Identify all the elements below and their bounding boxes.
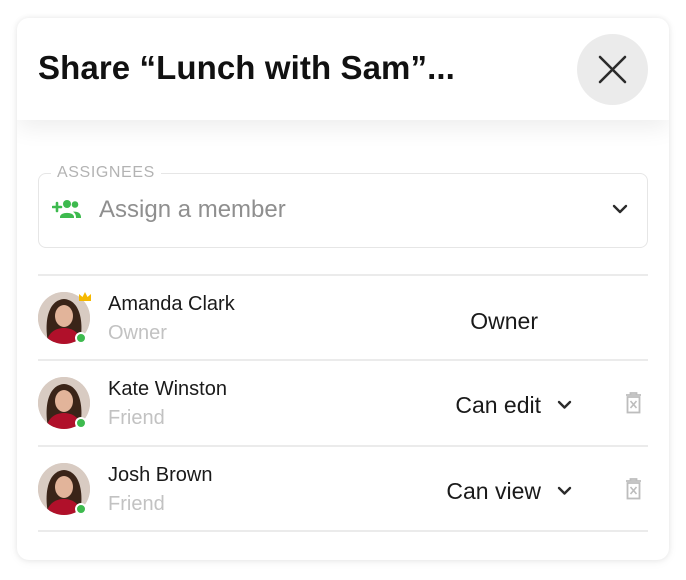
- share-dialog: Share “Lunch with Sam”... ASSIGNEES Assi…: [17, 18, 669, 560]
- trash-icon[interactable]: [625, 478, 642, 500]
- assign-member-select[interactable]: ASSIGNEES Assign a member: [38, 164, 648, 248]
- dialog-header: Share “Lunch with Sam”...: [17, 18, 669, 120]
- online-status-dot: [75, 503, 87, 515]
- member-row: Kate Winston Friend Can edit: [38, 360, 648, 444]
- close-button[interactable]: [577, 34, 648, 105]
- permission-select[interactable]: Can view: [446, 476, 572, 506]
- member-role: Friend: [108, 407, 165, 429]
- online-status-dot: [75, 417, 87, 429]
- member-role: Owner: [108, 322, 167, 344]
- dialog-title: Share “Lunch with Sam”...: [38, 49, 455, 86]
- permission-label: Can view: [446, 477, 541, 504]
- list-divider: [38, 530, 648, 532]
- online-status-dot: [75, 332, 87, 344]
- add-people-icon: [52, 200, 81, 218]
- permission-label: Can edit: [455, 391, 541, 418]
- member-name: Amanda Clark: [108, 293, 235, 315]
- member-name: Kate Winston: [108, 378, 227, 400]
- close-icon: [598, 55, 627, 84]
- chevron-down-icon: [612, 204, 628, 214]
- permission-select[interactable]: Can edit: [455, 390, 572, 420]
- crown-icon: [79, 292, 91, 301]
- member-role: Friend: [108, 493, 165, 515]
- member-row: Josh Brown Friend Can view: [38, 446, 648, 530]
- assignees-label: ASSIGNEES: [51, 164, 161, 182]
- member-name: Josh Brown: [108, 464, 213, 486]
- permission-label: Owner: [470, 308, 538, 334]
- trash-icon[interactable]: [625, 392, 642, 414]
- assign-placeholder: Assign a member: [99, 196, 286, 223]
- chevron-down-icon: [557, 486, 572, 495]
- chevron-down-icon: [557, 400, 572, 409]
- member-row: Amanda Clark Owner Owner: [38, 275, 648, 359]
